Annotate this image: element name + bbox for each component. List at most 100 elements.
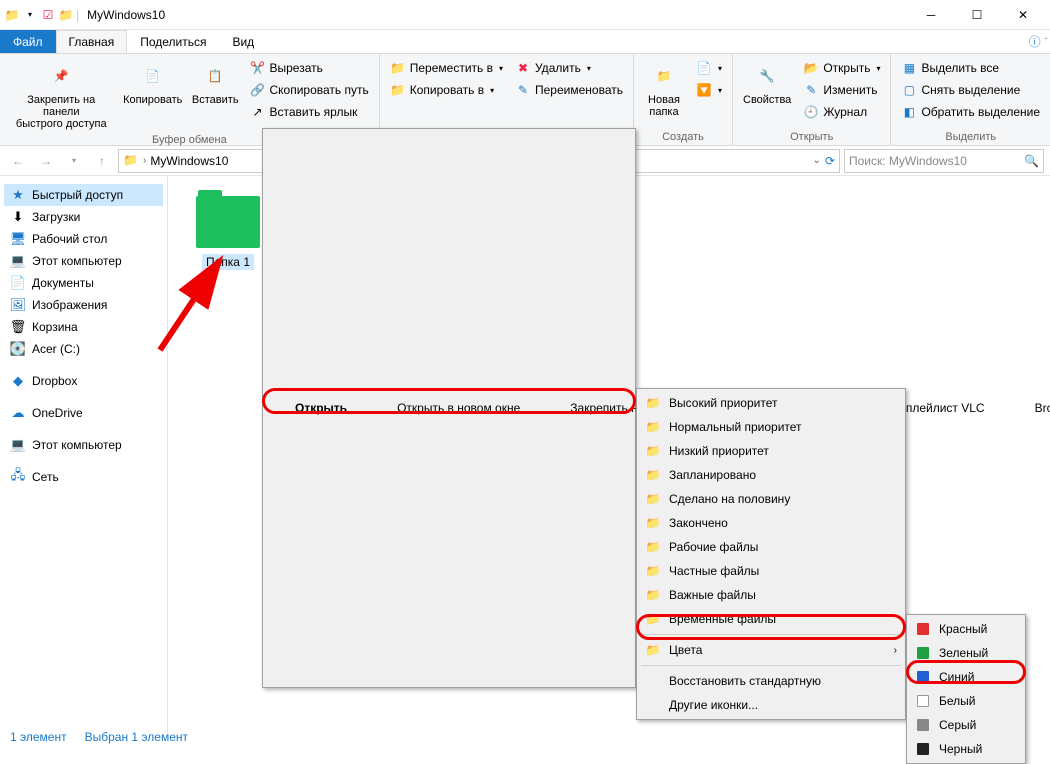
copy-button[interactable]: 📄 Копировать (121, 58, 186, 108)
red-square-icon (915, 621, 931, 637)
drive-icon: 💽 (10, 341, 26, 357)
color-green[interactable]: Зеленый (909, 641, 1023, 665)
folder-mark-icon: 📁 (645, 467, 661, 483)
color-blue[interactable]: Синий (909, 665, 1023, 689)
history-button[interactable]: 🕘Журнал (799, 102, 884, 122)
mark-planned[interactable]: 📁Запланировано (639, 463, 903, 487)
nav-acer[interactable]: 💽Acer (C:) (4, 338, 163, 360)
status-bar: 1 элемент Выбран 1 элемент (10, 730, 188, 744)
copy-to-button[interactable]: 📁Копировать в▾ (386, 80, 507, 100)
qat-check-icon[interactable]: ☑ (40, 7, 56, 23)
green-square-icon (915, 645, 931, 661)
mark-done[interactable]: 📁Закончено (639, 511, 903, 535)
properties-button[interactable]: 🔧 Свойства (739, 58, 795, 108)
nav-desktop[interactable]: 🖥Рабочий стол (4, 228, 163, 250)
folder-mark-icon: 📁 (645, 395, 661, 411)
edit-button[interactable]: ✎Изменить (799, 80, 884, 100)
ctx-adobe[interactable]: Browse in Adobe Bridge CS5.1 (1005, 131, 1050, 685)
history-icon: 🕘 (803, 104, 819, 120)
selinv-icon: ◧ (901, 104, 917, 120)
tab-view[interactable]: Вид (219, 30, 267, 53)
back-button[interactable]: ← (6, 149, 30, 173)
rename-button[interactable]: ✎Переименовать (511, 80, 627, 100)
folder-mark-icon: 📁 (645, 563, 661, 579)
nav-recycle[interactable]: 🗑Корзина (4, 316, 163, 338)
mark-work[interactable]: 📁Рабочие файлы (639, 535, 903, 559)
qat-folder-icon[interactable]: 📁 (58, 7, 74, 23)
mark-important[interactable]: 📁Важные файлы (639, 583, 903, 607)
ribbon-tabs: Файл Главная Поделиться Вид ⓘˇ (0, 30, 1050, 54)
select-all-button[interactable]: ▦Выделить все (897, 58, 1044, 78)
chevron-right-icon: › (143, 155, 146, 166)
mark-high[interactable]: 📁Высокий приоритет (639, 391, 903, 415)
pin-quick-button[interactable]: 📌 Закрепить на панели быстрого доступа (6, 58, 117, 132)
ribbon-collapse-icon[interactable]: ⓘˇ (1026, 29, 1050, 53)
mark-temp[interactable]: 📁Временные файлы (639, 607, 903, 631)
close-button[interactable]: ✕ (1000, 0, 1046, 30)
context-menu-main: Открыть Открыть в новом окне Закрепить н… (262, 128, 636, 688)
move-to-button[interactable]: 📁Переместить в▾ (386, 58, 507, 78)
nav-dropbox[interactable]: ◆Dropbox (4, 370, 163, 392)
desktop-icon: 🖥 (10, 231, 26, 247)
qat-down-icon[interactable]: ▾ (22, 7, 38, 23)
invert-selection-button[interactable]: ◧Обратить выделение (897, 102, 1044, 122)
tab-home[interactable]: Главная (56, 30, 128, 53)
nav-network[interactable]: 🖧Сеть (4, 466, 163, 488)
selnone-icon: ▢ (901, 82, 917, 98)
new-folder-button[interactable]: 📁 Новая папка (640, 58, 688, 120)
tab-share[interactable]: Поделиться (127, 30, 219, 53)
moveto-icon: 📁 (390, 60, 406, 76)
mark-normal[interactable]: 📁Нормальный приоритет (639, 415, 903, 439)
folder-mark-icon: 📁 (645, 539, 661, 555)
folder-mark-icon: 📁 (645, 443, 661, 459)
open-button[interactable]: 📂Открыть▾ (799, 58, 884, 78)
color-white[interactable]: Белый (909, 689, 1023, 713)
copy-path-button[interactable]: 🔗Скопировать путь (245, 80, 372, 100)
maximize-button[interactable]: ☐ (954, 0, 1000, 30)
nav-this-pc-2[interactable]: 💻Этот компьютер (4, 434, 163, 456)
nav-onedrive[interactable]: ☁OneDrive (4, 402, 163, 424)
mark-low[interactable]: 📁Низкий приоритет (639, 439, 903, 463)
copyto-icon: 📁 (390, 82, 406, 98)
select-none-button[interactable]: ▢Снять выделение (897, 80, 1044, 100)
tab-file[interactable]: Файл (0, 30, 56, 53)
paste-icon: 📋 (199, 60, 231, 92)
up-button[interactable]: ↑ (90, 149, 114, 173)
mark-private[interactable]: 📁Частные файлы (639, 559, 903, 583)
folder-mark-icon: 📁 (645, 419, 661, 435)
new-item-button[interactable]: 📄▾ (692, 58, 726, 78)
cut-button[interactable]: ✂️Вырезать (245, 58, 372, 78)
folder-item[interactable]: Папка 1 (188, 196, 268, 270)
mark-half[interactable]: 📁Сделано на половину (639, 487, 903, 511)
mark-other[interactable]: Другие иконки... (639, 693, 903, 717)
easy-access-button[interactable]: 🔽▾ (692, 80, 726, 100)
minimize-button[interactable]: ─ (908, 0, 954, 30)
paste-button[interactable]: 📋 Вставить (189, 58, 241, 108)
paste-shortcut-button[interactable]: ↗Вставить ярлык (245, 102, 372, 122)
black-square-icon (915, 741, 931, 757)
scissors-icon: ✂️ (249, 60, 265, 76)
status-selected: Выбран 1 элемент (85, 730, 188, 744)
nav-documents[interactable]: 📄Документы (4, 272, 163, 294)
color-red[interactable]: Красный (909, 617, 1023, 641)
doc-icon: 📄 (10, 275, 26, 291)
delete-button[interactable]: ✖Удалить▾ (511, 58, 627, 78)
ctx-open[interactable]: Открыть (265, 131, 367, 685)
gray-square-icon (915, 717, 931, 733)
dropbox-icon: ◆ (10, 373, 26, 389)
mark-restore[interactable]: Восстановить стандартную (639, 669, 903, 693)
nav-pictures[interactable]: 🖼Изображения (4, 294, 163, 316)
nav-downloads[interactable]: ⬇Загрузки (4, 206, 163, 228)
status-count: 1 элемент (10, 730, 67, 744)
color-gray[interactable]: Серый (909, 713, 1023, 737)
folder-mark-icon: 📁 (645, 611, 661, 627)
nav-quick-access[interactable]: ★Быстрый доступ (4, 184, 163, 206)
ctx-open-new[interactable]: Открыть в новом окне (367, 131, 540, 685)
mark-colors[interactable]: 📁Цвета› (639, 638, 903, 662)
history-drop-button[interactable]: ▾ (62, 149, 86, 173)
nav-this-pc[interactable]: 💻Этот компьютер (4, 250, 163, 272)
breadcrumb-path: MyWindows10 (150, 154, 228, 168)
color-black[interactable]: Черный (909, 737, 1023, 761)
forward-button[interactable]: → (34, 149, 58, 173)
pic-icon: 🖼 (10, 297, 26, 313)
